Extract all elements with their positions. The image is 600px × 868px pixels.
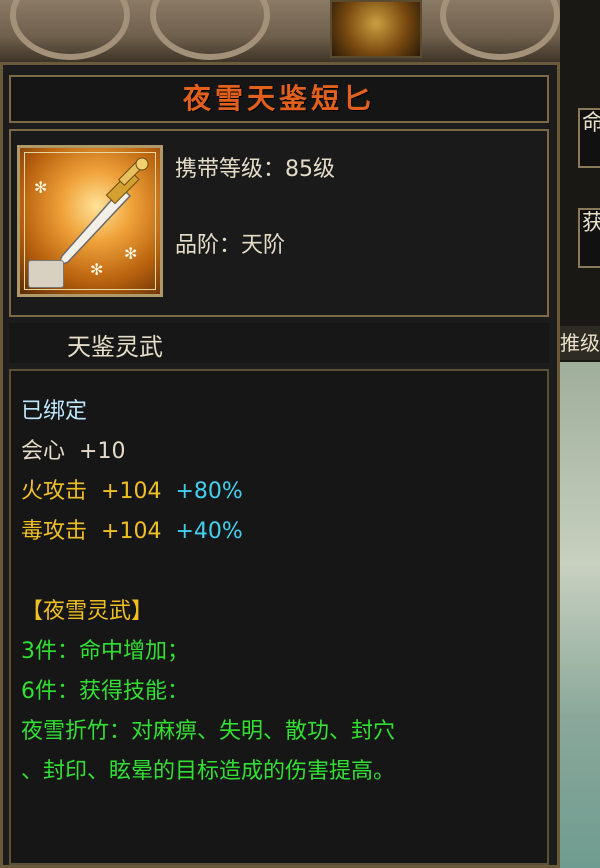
fire-attack-value: +104 — [101, 479, 162, 504]
side-slot-label: 获 — [582, 211, 600, 236]
arch-decoration — [440, 0, 560, 60]
item-title-bar: 夜雪天鉴短匕 — [9, 75, 549, 123]
set-name-row: 天鉴灵武 — [9, 323, 549, 363]
dagger-icon: ✻ ✻ ✻ — [17, 145, 163, 297]
poison-attack-label: 毒攻击 — [21, 519, 88, 544]
arch-decoration — [150, 0, 270, 60]
set-bonus-title: 【夜雪灵武】 — [21, 599, 154, 624]
poison-attack-value: +104 — [101, 519, 162, 544]
equipped-item-slot[interactable] — [330, 0, 422, 58]
set-bonus-6: 6件：获得技能： — [21, 679, 189, 704]
bound-lock-icon — [28, 260, 64, 288]
fire-attack-stat: 火攻击 +104 +80% — [21, 473, 243, 505]
item-grade: 品阶：天阶 — [175, 227, 285, 259]
set-name: 天鉴灵武 — [67, 333, 163, 361]
item-info-box: ✻ ✻ ✻ 携带等级：85级 品阶：天阶 — [9, 129, 549, 317]
grade-label: 品阶： — [175, 233, 242, 258]
background-scenery — [560, 362, 600, 868]
crit-stat: 会心 +10 — [21, 433, 125, 465]
fire-attack-label: 火攻击 — [21, 479, 88, 504]
carry-level-label: 携带等级： — [175, 157, 286, 182]
grade-value: 天阶 — [241, 233, 286, 258]
carry-level-value: 85级 — [285, 157, 336, 182]
side-slot-label: 命 — [582, 111, 600, 136]
set-bonus-3: 3件：命中增加； — [21, 639, 189, 664]
bound-status: 已绑定 — [21, 399, 88, 424]
item-tooltip: 夜雪天鉴短匕 ✻ ✻ ✻ 携带等级：85级 品阶：天阶 天鉴灵武 已绑定 会心 … — [0, 62, 560, 868]
fire-attack-bonus: +80% — [175, 479, 243, 504]
arch-decoration — [10, 0, 130, 60]
carry-level: 携带等级：85级 — [175, 151, 335, 183]
side-slot[interactable]: 命 — [578, 108, 600, 168]
attributes-box: 已绑定 会心 +10 火攻击 +104 +80% 毒攻击 +104 +40% 【夜雪灵武】… — [9, 369, 549, 865]
crit-value: +10 — [79, 439, 126, 464]
background-scene — [0, 0, 600, 62]
background-side-panel: 命 获 推级 — [560, 0, 600, 868]
crit-label: 会心 — [21, 439, 66, 464]
skill-desc-line-1: 夜雪折竹：对麻痹、失明、散功、封穴 — [21, 719, 396, 744]
item-name: 夜雪天鉴短匕 — [182, 82, 375, 115]
skill-desc-line-2: 、封印、眩晕的目标造成的伤害提高。 — [21, 759, 396, 784]
poison-attack-stat: 毒攻击 +104 +40% — [21, 513, 243, 545]
poison-attack-bonus: +40% — [175, 519, 243, 544]
side-slot[interactable]: 获 — [578, 208, 600, 268]
side-tag: 推级 — [560, 326, 600, 360]
